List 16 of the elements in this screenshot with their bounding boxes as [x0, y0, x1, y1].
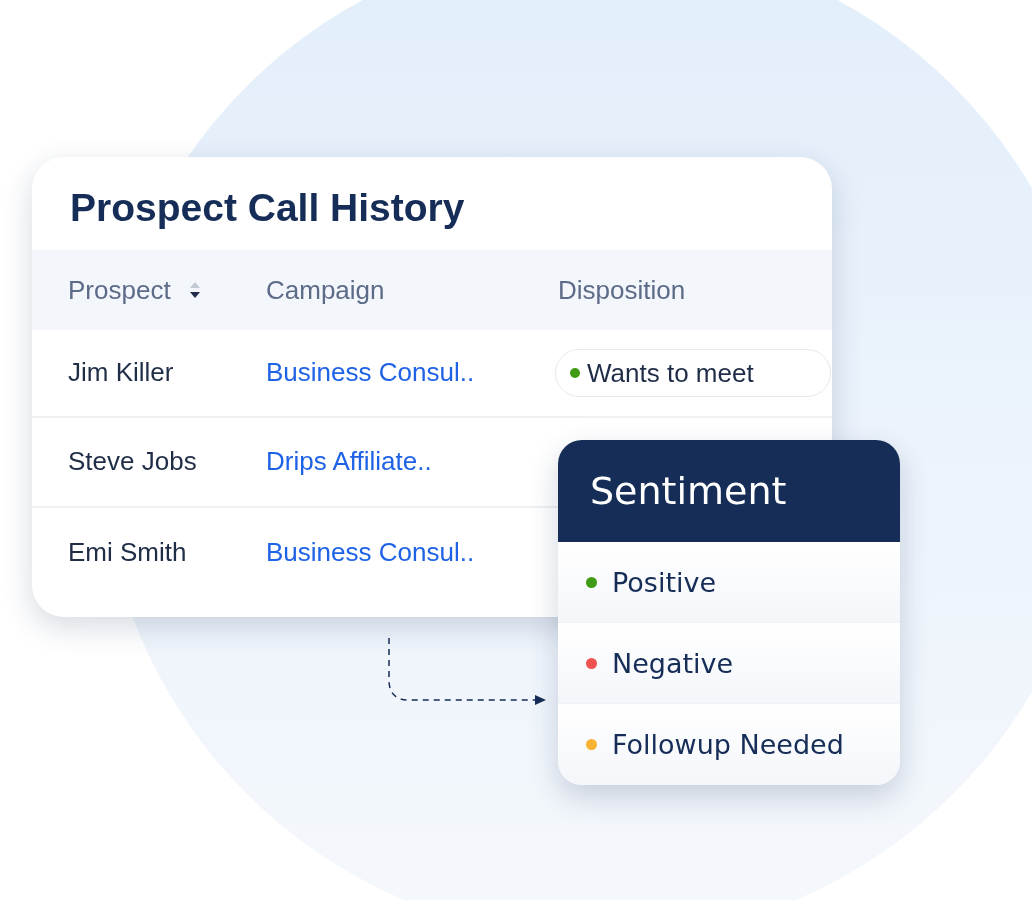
column-header: Disposition — [558, 277, 686, 303]
column-header[interactable]: Prospect — [68, 277, 171, 303]
column-header: Campaign — [266, 277, 385, 303]
campaign-link[interactable]: Drips Affiliate.. — [266, 445, 432, 476]
prospect-name: Steve Jobs — [68, 445, 197, 476]
prospect-name: Jim Killer — [68, 356, 174, 387]
card-title: Prospect Call History — [70, 185, 465, 227]
sentiment-option[interactable]: Negative — [558, 623, 900, 704]
popup-title: Sentiment — [590, 472, 787, 510]
campaign-link[interactable]: Business Consul.. — [266, 536, 475, 567]
campaign-link[interactable]: Business Consul.. — [266, 356, 475, 387]
sentiment-option[interactable]: Followup Needed — [558, 704, 900, 785]
prospect-name: Emi Smith — [68, 536, 187, 567]
sentiment-option[interactable]: Positive — [558, 542, 900, 623]
sort-icon[interactable] — [188, 281, 201, 299]
disposition-pill: Wants to meet — [555, 349, 831, 397]
